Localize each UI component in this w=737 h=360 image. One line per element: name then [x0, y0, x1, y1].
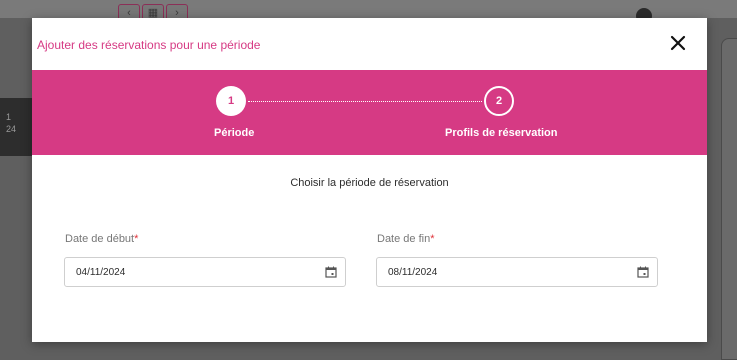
dialog-header: Ajouter des réservations pour une périod…: [32, 18, 707, 70]
left-strip-text: 24: [6, 124, 17, 134]
calendar-icon[interactable]: [325, 266, 337, 278]
required-marker: *: [430, 233, 435, 245]
background-right-panel: [721, 38, 737, 360]
close-button[interactable]: [668, 33, 688, 53]
dialog-title: Ajouter des réservations pour une périod…: [37, 38, 261, 52]
end-date-value: 08/11/2024: [388, 267, 438, 278]
left-strip-text: 1: [6, 112, 12, 122]
close-icon: [670, 35, 686, 51]
start-date-input[interactable]: 04/11/2024: [64, 257, 346, 287]
reservation-dialog: Ajouter des réservations pour une périod…: [32, 18, 707, 342]
step-1-indicator[interactable]: 1: [216, 86, 246, 116]
required-marker: *: [134, 233, 139, 245]
start-date-value: 04/11/2024: [76, 267, 126, 278]
start-date-label-text: Date de début: [65, 233, 135, 245]
end-date-label-text: Date de fin: [377, 233, 431, 245]
stepper-connector: [248, 101, 482, 102]
end-date-input[interactable]: 08/11/2024: [376, 257, 658, 287]
step-1-label: Période: [214, 127, 255, 139]
step-2-indicator[interactable]: 2: [484, 86, 514, 116]
end-date-label: Date de fin*: [377, 233, 434, 245]
background-header: [0, 0, 737, 18]
step-2-label: Profils de réservation: [445, 127, 558, 139]
calendar-icon[interactable]: [637, 266, 649, 278]
section-subtitle: Choisir la période de réservation: [290, 177, 449, 189]
stepper: 1 2 Période Profils de réservation: [32, 70, 707, 155]
start-date-label: Date de début*: [65, 233, 138, 245]
background-left-strip: 1 24: [0, 98, 32, 156]
